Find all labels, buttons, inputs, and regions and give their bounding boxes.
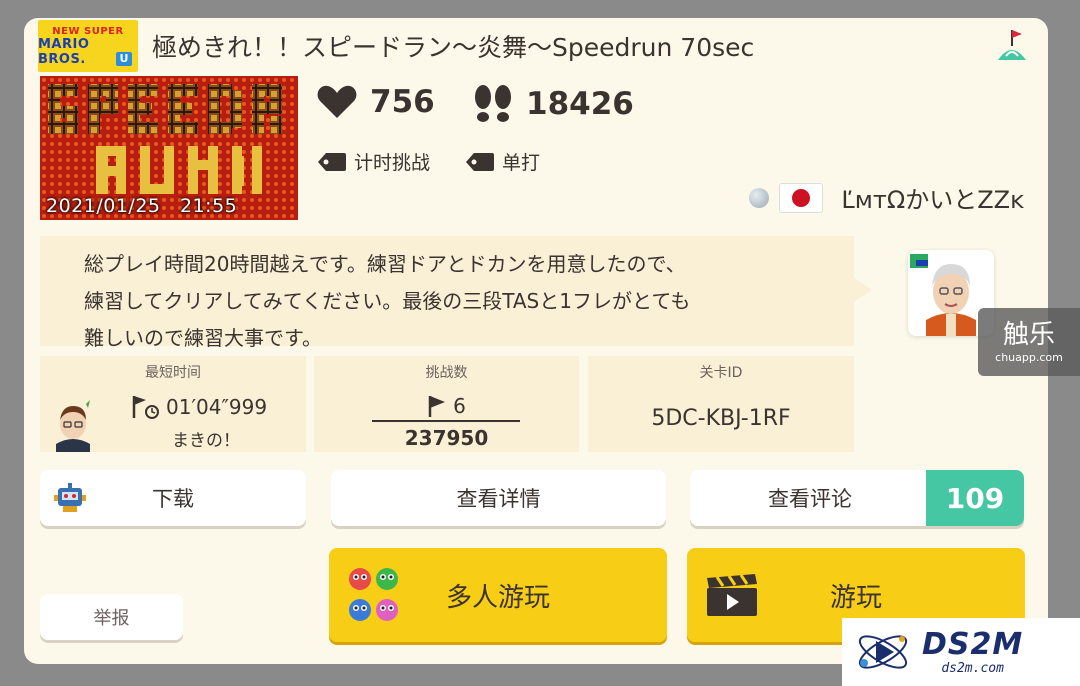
game-style-logo: NEW SUPER MARIO BROS. U [38,20,138,72]
chuapp-url: chuapp.com [995,351,1063,364]
record-holder-avatar [56,400,90,452]
fraction-divider [372,420,520,422]
view-comments-button[interactable]: 查看评论 109 [690,470,1024,526]
clapperboard-icon [707,574,757,616]
chuapp-watermark: 触乐 chuapp.com [978,308,1080,376]
multiplayer-button[interactable]: 多人游玩 [329,548,667,642]
report-label: 举报 [93,608,130,629]
robot-icon [54,483,86,512]
ds2m-watermark: DS2M ds2m.com [842,618,1080,686]
multiplayer-label: 多人游玩 [445,582,550,613]
comments-label: 查看评论 [768,487,852,511]
course-id-label: 关卡ID [699,365,743,381]
footprints-icon [475,85,511,122]
tag-icon [466,152,494,171]
view-details-button[interactable]: 查看详情 [331,470,666,526]
level-title: 極めきれ！！スピードラン〜炎舞〜Speedrun 70sec [152,33,755,62]
best-time-value: 01′04″999 [166,395,268,419]
likes-stat: 756 [316,84,435,120]
course-flag-icon [998,30,1026,60]
ds2m-logo-text: DS2M [922,626,1024,662]
goal-flag-icon [428,396,446,417]
level-description: 総プレイ時間20時間越えです。練習ドアとドカンを用意したので、 練習してクリアし… [40,236,872,350]
clears-count: 6 [453,394,466,418]
japan-flag-icon [779,182,824,213]
level-thumbnail[interactable]: 2021/01/25 21:55 [40,76,298,220]
description-line: 難しいので練習大事です。 [84,326,322,350]
ds2m-logo-icon [858,635,908,669]
best-time-row: 01′04″999 [130,394,267,420]
likes-count: 756 [370,84,435,120]
best-time-label: 最短时间 [145,365,201,381]
creator-info[interactable]: ĽᴍᴛΩかいとZZᴋ [749,180,1024,215]
logo-text-1: NEW SUPER [52,25,124,37]
best-time-panel[interactable]: 最短时间 01′04″999 まきの！ [40,356,306,452]
logo-text-3: U [116,52,132,66]
tag-label: 计时挑战 [354,152,431,174]
tag-label: 单打 [502,152,541,174]
attempts-label: 挑战数 [425,365,468,381]
attempts-panel: 挑战数 6 237950 [314,356,579,452]
clears-row: 6 [314,394,579,418]
description-line: 総プレイ時間20時間越えです。練習ドアとドカンを用意したので、 [84,252,686,276]
report-button[interactable]: 举报 [40,594,183,640]
record-holder-name: まきの！ [172,431,240,451]
upload-datetime: 2021/01/25 21:55 [46,195,238,217]
heart-icon [317,85,357,118]
comment-count-badge: 109 [926,470,1024,526]
play-label: 游玩 [829,582,882,613]
creator-medal-icon [749,187,770,208]
creator-name: ĽᴍᴛΩかいとZZᴋ [841,186,1024,214]
plays-count: 18426 [526,86,634,122]
plays-stat: 18426 [472,84,634,124]
description-line: 練習してクリアしてみてください。最後の三段TASと1フレがとても [84,289,691,313]
download-button[interactable]: 下载 [40,470,306,526]
chuapp-logo-text: 触乐 [1002,320,1055,350]
tag-timed-challenge: 计时挑战 [318,148,430,175]
multiplayer-icon [349,568,398,621]
course-id-panel[interactable]: 关卡ID 5DC-KBJ-1RF [588,356,854,452]
details-label: 查看详情 [456,487,541,511]
tag-icon [318,152,346,171]
course-id-value: 5DC-KBJ-1RF [651,406,791,431]
tag-single-player: 单打 [466,148,540,175]
ds2m-url: ds2m.com [941,660,1004,676]
download-label: 下载 [152,487,194,511]
attempts-total: 237950 [404,426,489,450]
flag-timer-icon [132,396,159,419]
